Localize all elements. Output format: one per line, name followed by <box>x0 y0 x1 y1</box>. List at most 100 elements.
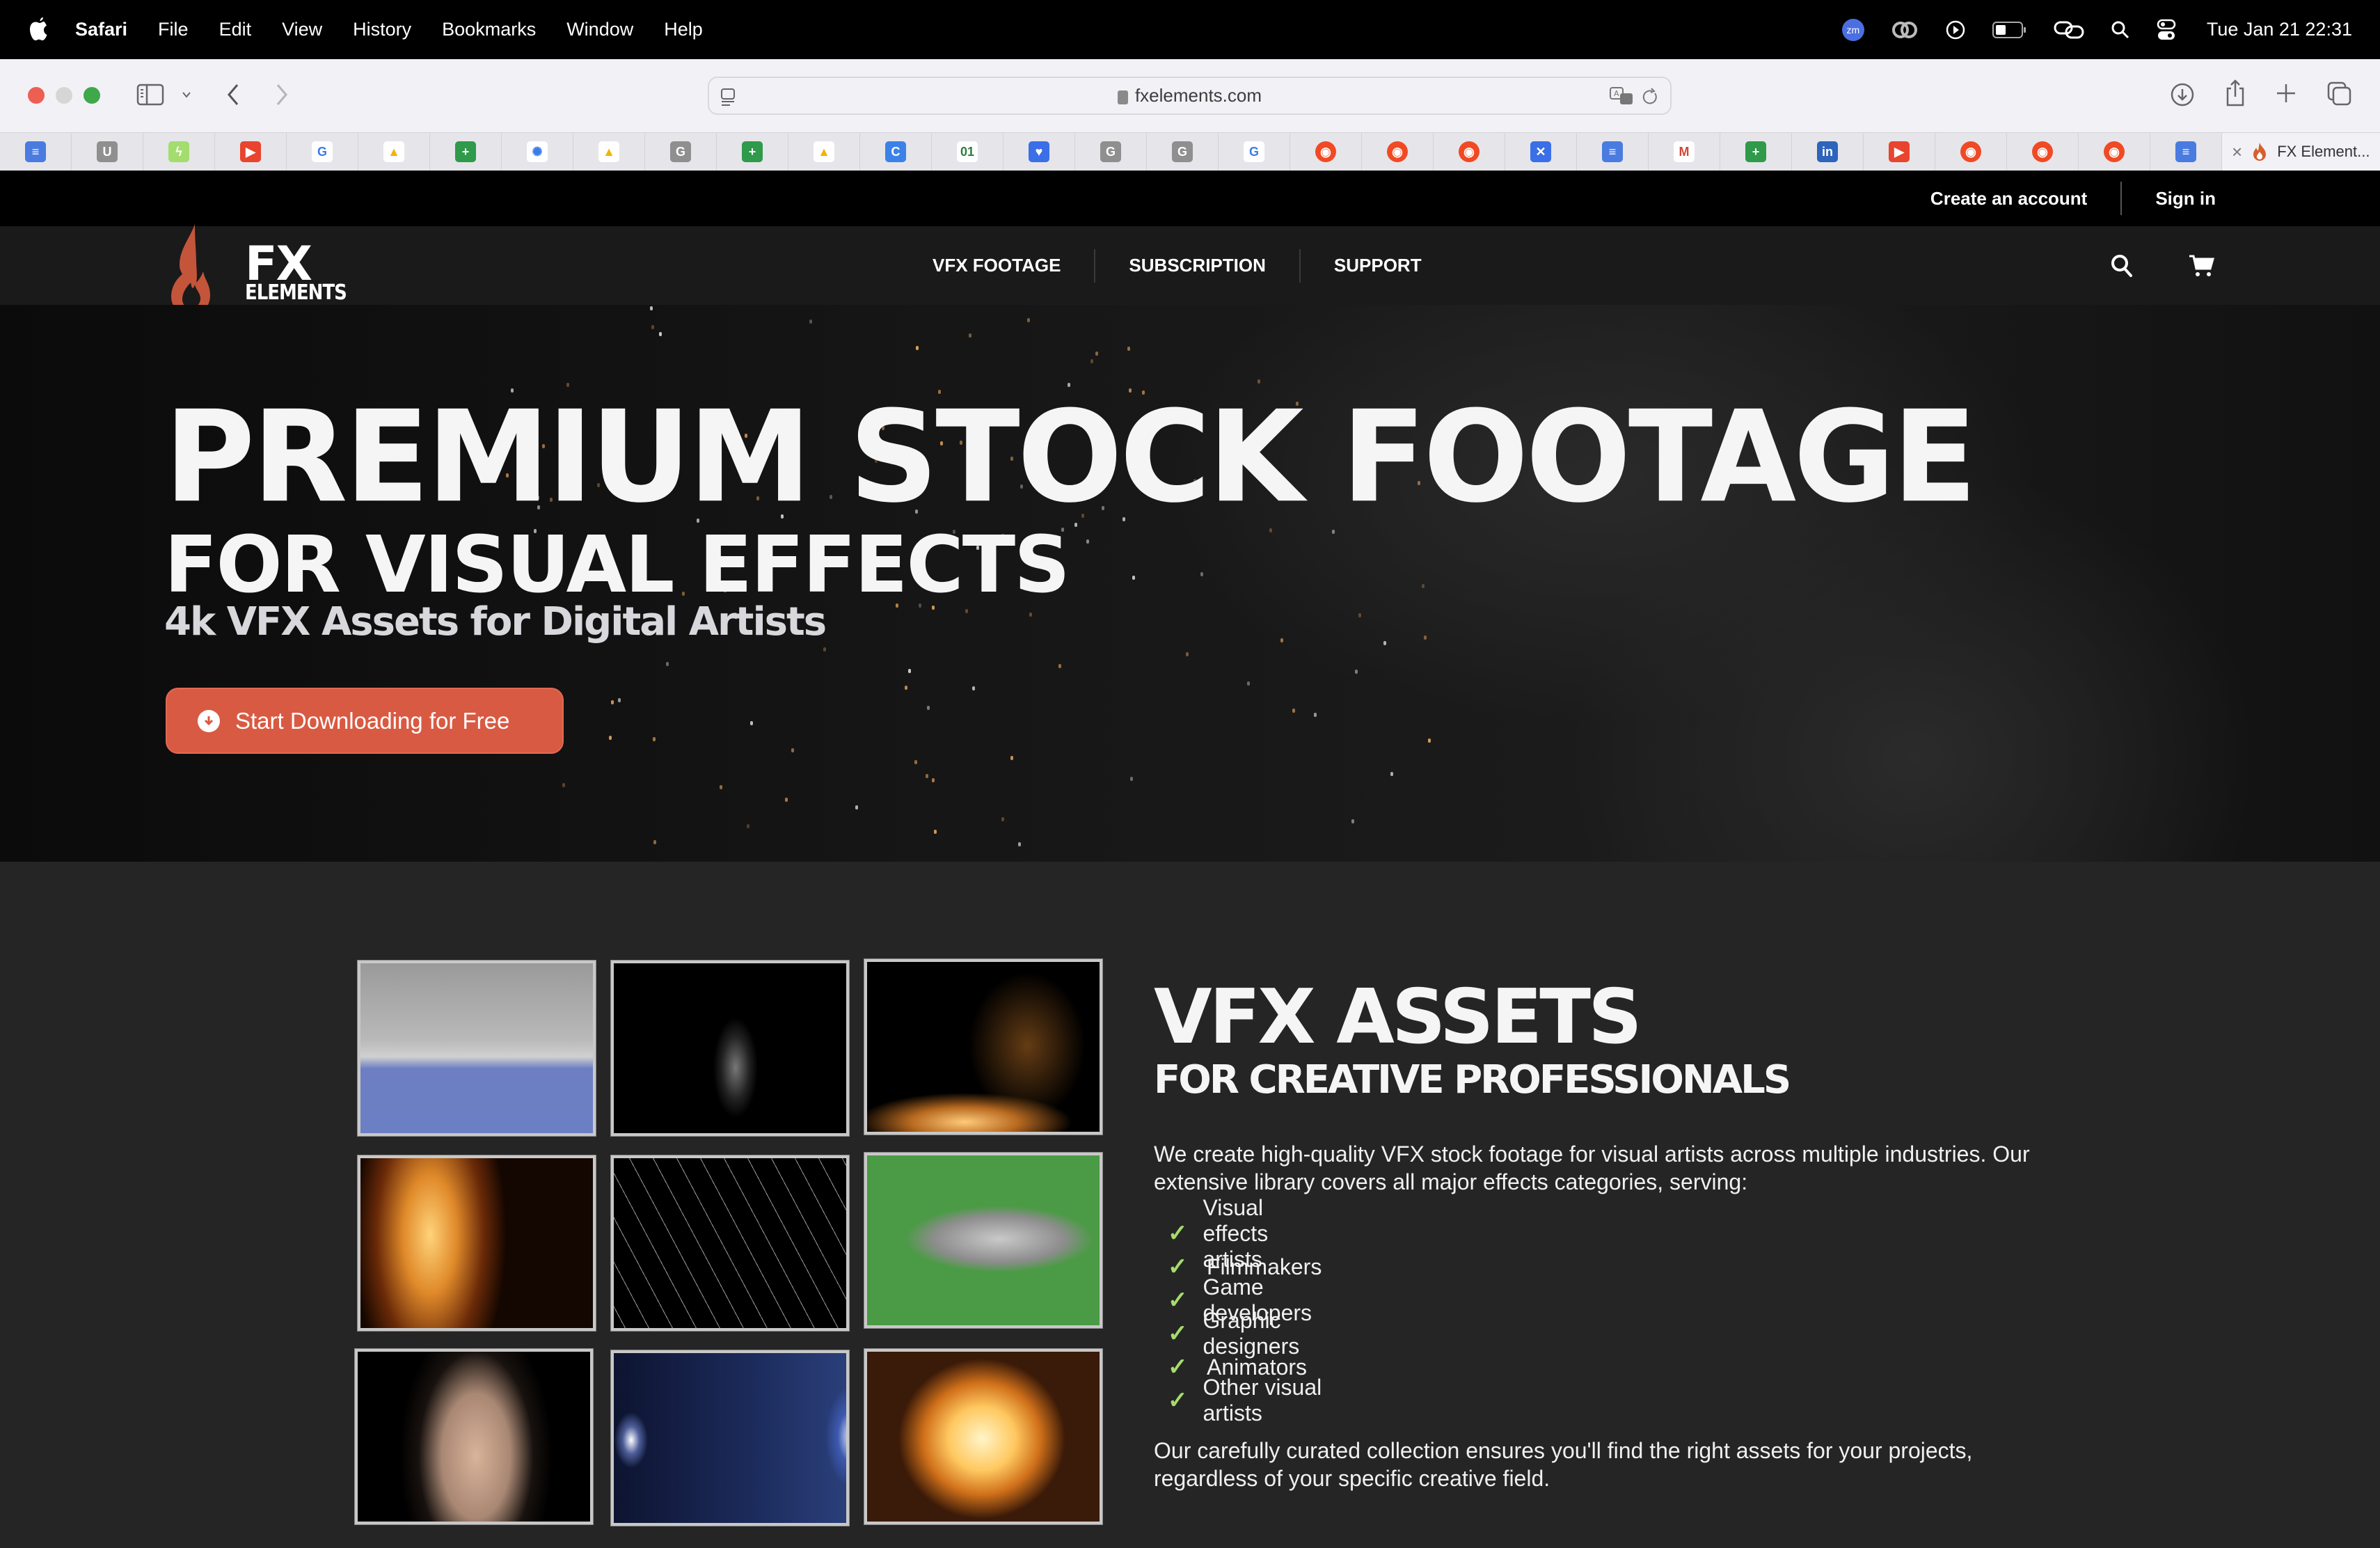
nav-divider <box>1299 248 1301 283</box>
url-text[interactable]: fxelements.com <box>1135 85 1262 106</box>
pinned-tab[interactable]: G <box>1219 133 1290 171</box>
pinned-tab[interactable]: ◉ <box>1362 133 1434 171</box>
pinned-tab[interactable]: ≡ <box>0 133 72 171</box>
pinned-tab[interactable]: in <box>1792 133 1864 171</box>
reload-icon[interactable] <box>1641 86 1659 107</box>
battery-icon[interactable] <box>1992 21 2027 39</box>
start-downloading-button[interactable]: Start Downloading for Free <box>166 688 564 754</box>
thumb-lens-flare[interactable] <box>611 1350 849 1526</box>
account-divider <box>2120 182 2123 215</box>
nav-support[interactable]: SUPPORT <box>1334 255 1422 276</box>
zoom-window-button[interactable] <box>84 87 100 104</box>
thumb-fire[interactable] <box>358 1155 596 1331</box>
thumb-sparks[interactable] <box>864 959 1102 1135</box>
minimize-window-button[interactable] <box>56 87 72 104</box>
pinned-tab[interactable]: ◉ <box>2079 133 2150 171</box>
new-tab-icon[interactable] <box>2276 83 2296 104</box>
ember-particle <box>933 830 937 835</box>
menu-app-name[interactable]: Safari <box>75 19 127 40</box>
menu-view[interactable]: View <box>282 19 322 40</box>
search-icon[interactable] <box>2110 253 2134 278</box>
sidebar-toggle-icon[interactable] <box>136 84 164 106</box>
apple-icon[interactable] <box>28 16 51 44</box>
pinned-tab[interactable]: ✕ <box>1505 133 1577 171</box>
pinned-tab[interactable]: ◉ <box>1434 133 1505 171</box>
cart-icon[interactable] <box>2188 254 2214 278</box>
forward-icon[interactable] <box>274 83 289 106</box>
reddit-icon: ◉ <box>1960 141 1981 162</box>
link-icon[interactable] <box>2054 19 2084 40</box>
pinned-tab[interactable]: ▶ <box>215 133 287 171</box>
pinned-tab[interactable]: ▲ <box>788 133 860 171</box>
pinned-tab[interactable]: + <box>1720 133 1792 171</box>
menu-window[interactable]: Window <box>566 19 633 40</box>
pinned-tab[interactable]: G <box>287 133 358 171</box>
pinned-tab[interactable]: ▶ <box>1864 133 1935 171</box>
thumb-smoke-greenscreen[interactable] <box>864 1153 1102 1328</box>
ember-particle <box>1185 651 1189 656</box>
menu-help[interactable]: Help <box>664 19 703 40</box>
ember-particle <box>1313 712 1317 717</box>
thumb-dust-explosion[interactable] <box>355 1349 593 1524</box>
pinned-tab[interactable]: ◉ <box>1935 133 2007 171</box>
pinned-tab[interactable]: ✺ <box>502 133 573 171</box>
pinned-tab[interactable]: ▲ <box>358 133 430 171</box>
ember-particle <box>1280 638 1284 643</box>
close-window-button[interactable] <box>28 87 45 104</box>
pinned-tab[interactable]: U <box>72 133 143 171</box>
control-center-icon[interactable] <box>2157 19 2176 41</box>
reddit-icon: ◉ <box>1315 141 1336 162</box>
thumb-fireball[interactable] <box>864 1349 1102 1524</box>
pinned-tab[interactable]: C <box>860 133 932 171</box>
pinned-tab[interactable]: ♥ <box>1003 133 1075 171</box>
pinned-tab[interactable]: ≡ <box>2150 133 2222 171</box>
back-icon[interactable] <box>225 83 241 106</box>
menu-file[interactable]: File <box>158 19 189 40</box>
play-icon[interactable] <box>1945 19 1966 40</box>
address-bar[interactable]: fxelements.com A <box>708 77 1672 115</box>
spotlight-icon[interactable] <box>2111 20 2130 40</box>
menu-clock[interactable]: Tue Jan 21 22:31 <box>2207 19 2352 40</box>
downloads-icon[interactable] <box>2170 82 2195 107</box>
list-item: ✓ Graphic designers <box>1168 1308 1322 1359</box>
menu-edit[interactable]: Edit <box>219 19 252 40</box>
share-icon[interactable] <box>2224 79 2246 106</box>
pinned-tab[interactable]: G <box>645 133 717 171</box>
ember-particle <box>653 839 656 844</box>
checkmark-icon: ✓ <box>1168 1320 1188 1347</box>
pinned-tab[interactable]: ▲ <box>573 133 645 171</box>
cta-label: Start Downloading for Free <box>235 707 510 734</box>
create-account-link[interactable]: Create an account <box>1930 188 2087 210</box>
menu-bookmarks[interactable]: Bookmarks <box>442 19 536 40</box>
close-tab-icon[interactable]: × <box>2232 141 2242 163</box>
ember-particle <box>791 748 795 753</box>
site-header: FX ELEMENTS VFX FOOTAGE SUBSCRIPTION SUP… <box>0 224 2380 315</box>
ember-particle <box>1383 641 1387 645</box>
pinned-tab[interactable]: G <box>1075 133 1147 171</box>
pinned-tab[interactable]: ≡ <box>1577 133 1649 171</box>
menu-history[interactable]: History <box>353 19 411 40</box>
pinned-tab[interactable]: ◉ <box>1290 133 1362 171</box>
zoom-icon[interactable]: zm <box>1841 18 1864 41</box>
sign-in-link[interactable]: Sign in <box>2155 188 2216 210</box>
chevron-down-icon[interactable] <box>181 90 192 100</box>
pinned-tab[interactable]: M <box>1649 133 1720 171</box>
translate-icon[interactable]: A <box>1609 86 1634 107</box>
tab-active[interactable]: × FX Element... <box>2222 133 2380 171</box>
fx-flame-icon <box>2253 143 2267 161</box>
pinned-tab[interactable]: 01 <box>932 133 1003 171</box>
tab-overview-icon[interactable] <box>2327 81 2352 106</box>
thumb-smoke-cloud-bluescreen[interactable] <box>358 961 596 1136</box>
thumb-smoke-wisp[interactable] <box>611 961 849 1136</box>
pinned-tab[interactable]: ◉ <box>2007 133 2079 171</box>
pinned-tab[interactable]: + <box>430 133 502 171</box>
thumb-shattered-glass[interactable] <box>611 1155 849 1331</box>
pinned-tab[interactable]: ϟ <box>143 133 215 171</box>
nav-subscription[interactable]: SUBSCRIPTION <box>1129 255 1265 276</box>
creative-cloud-icon[interactable] <box>1891 19 1919 41</box>
pinned-tab[interactable]: G <box>1147 133 1219 171</box>
nav-vfx-footage[interactable]: VFX FOOTAGE <box>933 255 1061 276</box>
page-menu-icon[interactable] <box>719 88 737 107</box>
ember-particle <box>1424 635 1427 640</box>
pinned-tab[interactable]: + <box>717 133 788 171</box>
